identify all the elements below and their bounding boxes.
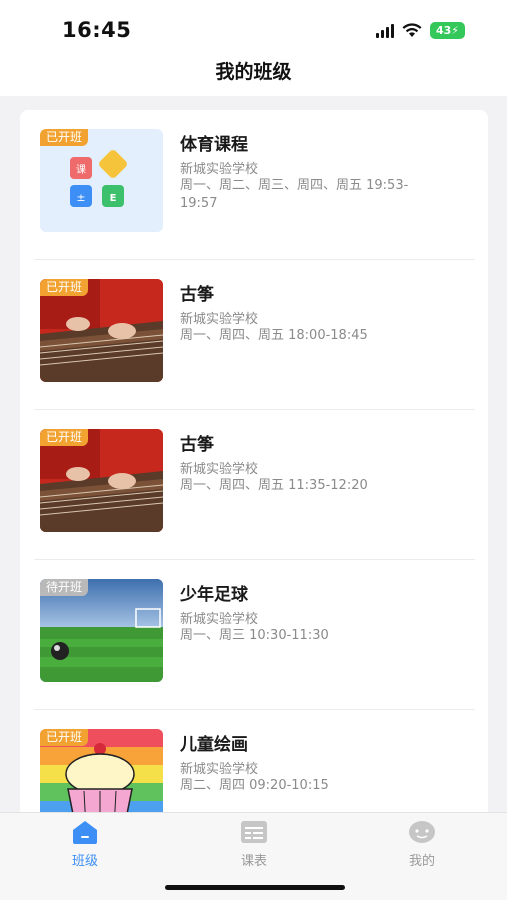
battery-level: 43 [435,24,452,37]
profile-icon [409,821,435,843]
class-schedule: 周一、周三 10:30-11:30 [180,628,329,643]
home-icon [73,821,97,844]
tab-profile[interactable]: 我的 [372,819,472,869]
class-school: 新城实验学校 [180,162,259,177]
schedule-icon [241,821,267,843]
wifi-icon [402,23,422,38]
tab-label: 课表 [240,854,267,869]
class-thumbnail: 已开班 [40,729,163,820]
home-indicator [165,885,345,890]
class-thumbnail: 已开班 [40,429,163,532]
class-thumbnail: 待开班 [40,579,163,682]
cellular-signal-icon [375,23,394,38]
class-item-football[interactable]: 待开班 少年足球 新城实验学校 周一、周三 10:30-11:30 [34,560,475,710]
class-schedule: 周一、周二、周三、周四、周五 19:53-19:57 [180,178,409,211]
class-school: 新城实验学校 [180,312,259,327]
tab-classes[interactable]: 班级 [35,819,135,869]
status-time: 16:45 [62,18,132,42]
class-title: 儿童绘画 [180,735,248,755]
class-thumbnail: 课 ± E 已开班 [40,129,163,232]
class-title: 古筝 [180,435,214,455]
battery-indicator: 43⚡ [429,22,465,39]
class-thumbnail: 已开班 [40,279,163,382]
status-badge: 待开班 [40,579,89,596]
tab-label: 班级 [71,854,98,869]
status-bar: 16:45 43⚡ [0,0,507,58]
class-school: 新城实验学校 [180,762,259,777]
class-item-guzheng-2[interactable]: 已开班 古筝 新城实验学校 周一、周四、周五 11:35-12:20 [34,410,475,560]
tab-schedule[interactable]: 课表 [204,819,304,869]
class-school: 新城实验学校 [180,612,259,627]
class-schedule: 周一、周四、周五 18:00-18:45 [180,328,368,343]
class-schedule: 周二、周四 09:20-10:15 [180,778,329,793]
nav-header: 我的班级 [0,58,507,96]
status-icons: 43⚡ [375,22,465,39]
class-item-painting[interactable]: 已开班 儿童绘画 新城实验学校 周二、周四 09:20-10:15 [34,710,475,820]
status-badge: 已开班 [40,729,89,746]
status-badge: 已开班 [40,129,89,146]
class-schedule: 周一、周四、周五 11:35-12:20 [180,478,368,493]
svg-text:±: ± [76,191,85,204]
tab-label: 我的 [408,854,435,869]
class-list: 课 ± E 已开班 体育课程 新城实验学校 周一、周二、周三、周四、周五 19:… [20,110,488,820]
class-title: 体育课程 [180,135,248,155]
svg-text:课: 课 [76,164,86,176]
status-badge: 已开班 [40,279,89,296]
class-item-sports[interactable]: 课 ± E 已开班 体育课程 新城实验学校 周一、周二、周三、周四、周五 19:… [34,110,475,260]
class-school: 新城实验学校 [180,462,259,477]
class-title: 古筝 [180,285,214,305]
svg-text:E: E [110,193,117,204]
status-badge: 已开班 [40,429,89,446]
page-title: 我的班级 [215,61,292,83]
class-item-guzheng[interactable]: 已开班 古筝 新城实验学校 周一、周四、周五 18:00-18:45 [34,260,475,410]
class-title: 少年足球 [180,585,248,605]
